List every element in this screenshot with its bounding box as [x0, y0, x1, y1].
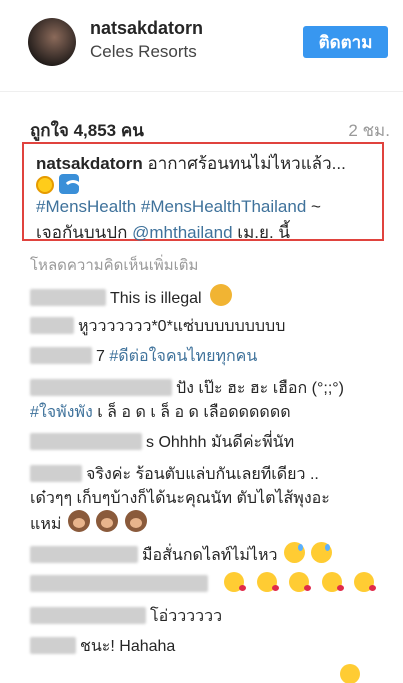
kiss-face-icon: [256, 572, 279, 592]
blurred-username[interactable]: [30, 465, 82, 482]
caption-text: อากาศร้อนทนไม่ไหวแล้ว...: [147, 154, 346, 173]
comment: มือสั่นกดไลท์ไม่ไหว: [30, 542, 333, 568]
caption-tilde: ~: [306, 197, 321, 216]
comment-text: มือสั่นกดไลท์ไม่ไหว: [142, 547, 278, 564]
sweat-smile-icon: [283, 542, 305, 563]
comment: 7 #ดีต่อใจคนไทยทุกคน: [30, 344, 257, 369]
comment-user-fragment: 7: [96, 348, 105, 365]
header-username[interactable]: natsakdatorn: [90, 18, 203, 39]
kiss-face-icon: [224, 572, 247, 592]
comment-text: หูววววววว*0*แซ่บบบบบบบบบ: [78, 318, 286, 335]
comment: หูววววววว*0*แซ่บบบบบบบบบ: [30, 314, 285, 339]
avatar[interactable]: [28, 18, 76, 66]
hashtag-menshealththailand[interactable]: #MensHealthThailand: [141, 197, 306, 216]
load-more-comments[interactable]: โหลดความคิดเห็นเพิ่มเติม: [30, 253, 198, 277]
likes-row: ถูกใจ 4,853 คน 2 ชม.: [30, 117, 390, 140]
comment-text: เ ล็ อ ด เ ล็ อ ด เลือดดดดดด: [92, 404, 291, 421]
like-count[interactable]: ถูกใจ 4,853 คน: [30, 117, 144, 144]
post-header: natsakdatorn Celes Resorts ติดตาม: [0, 0, 403, 92]
comment: ปัง เป๊ะ ฮะ ฮะ เฮือก (°;;°): [30, 376, 344, 401]
comment-continued: แหม่: [30, 510, 147, 537]
blurred-username[interactable]: [30, 637, 76, 654]
comment-hashtag[interactable]: #ดีต่อใจคนไทยทุกคน: [109, 348, 257, 365]
kiss-face-icon: [321, 572, 344, 592]
wave-icon: [58, 174, 79, 194]
post-time: 2 ชม.: [348, 121, 390, 140]
comment-text: โอ่วววววว: [150, 608, 223, 625]
comment-continued: #ใจพังพัง เ ล็ อ ด เ ล็ อ ด เลือดดดดดด: [30, 400, 291, 425]
caption-suffix: เม.ย. นี้: [232, 223, 291, 242]
hashtag-menshealth[interactable]: #MensHealth: [36, 197, 136, 216]
comment: [30, 572, 377, 594]
see-no-evil-monkey-icon: [124, 510, 147, 532]
header-location[interactable]: Celes Resorts: [90, 42, 197, 62]
comment-text: เด๋วๆๆ เก็บๆบ้างก็ได้นะคุณนัท ตับไตไส้พุ…: [30, 490, 330, 507]
caption-line-3: #MensHealth #MensHealthThailand ~: [36, 197, 321, 217]
comment-continued: เด๋วๆๆ เก็บๆบ้างก็ได้นะคุณนัท ตับไตไส้พุ…: [30, 486, 330, 511]
caption-line-4: เจอกันบนปก @mhthailand เม.ย. นี้: [36, 219, 290, 246]
comment: ชนะ! Hahaha: [30, 634, 175, 659]
comment: จริงค่ะ ร้อนตับแล่บกันเลยทีเดียว ..: [30, 462, 319, 487]
comment-text: ปัง เป๊ะ ฮะ ฮะ เฮือก (°;;°): [176, 380, 345, 397]
follow-button[interactable]: ติดตาม: [303, 26, 388, 58]
caption-line-2: [36, 174, 79, 196]
comment: โอ่วววววว: [30, 604, 222, 629]
blurred-username[interactable]: [30, 607, 146, 624]
kiss-face-icon: [289, 572, 312, 592]
comment-text: แหม่: [30, 516, 62, 533]
caption-line-1: natsakdatorn อากาศร้อนทนไม่ไหวแล้ว...: [36, 150, 346, 177]
caption-highlight: natsakdatorn อากาศร้อนทนไม่ไหวแล้ว... #M…: [22, 142, 384, 242]
comment: This is illegal: [30, 284, 233, 308]
comment: s Ohhhh มันดีค่ะพี่นัท: [30, 430, 294, 455]
comment-hashtag[interactable]: #ใจพังพัง: [30, 404, 93, 421]
comment-text: This is illegal: [110, 290, 202, 307]
kiss-face-icon: [354, 572, 377, 592]
sweat-smile-icon: [311, 542, 333, 563]
comment-text: Ohhhh มันดีค่ะพี่นัท: [158, 434, 295, 451]
sun-icon: [36, 176, 54, 194]
see-no-evil-monkey-icon: [67, 510, 90, 532]
blurred-username[interactable]: [30, 433, 142, 450]
hand-emoji-icon: [210, 284, 233, 306]
comment-text: ชนะ! Hahaha: [80, 638, 176, 655]
partial-emoji-icon: [340, 664, 360, 683]
blurred-username[interactable]: [30, 347, 92, 364]
see-no-evil-monkey-icon: [96, 510, 119, 532]
blurred-username[interactable]: [30, 546, 138, 563]
blurred-username[interactable]: [30, 379, 172, 396]
mention-mhthailand[interactable]: @mhthailand: [132, 223, 232, 242]
blurred-username[interactable]: [30, 317, 74, 334]
blurred-username[interactable]: [30, 289, 106, 306]
blurred-username[interactable]: [30, 575, 208, 592]
caption-username[interactable]: natsakdatorn: [36, 154, 143, 173]
caption-prefix: เจอกันบนปก: [36, 223, 133, 242]
comment-text: จริงค่ะ ร้อนตับแล่บกันเลยทีเดียว ..: [86, 466, 319, 483]
comment-user-fragment: s: [146, 434, 154, 451]
